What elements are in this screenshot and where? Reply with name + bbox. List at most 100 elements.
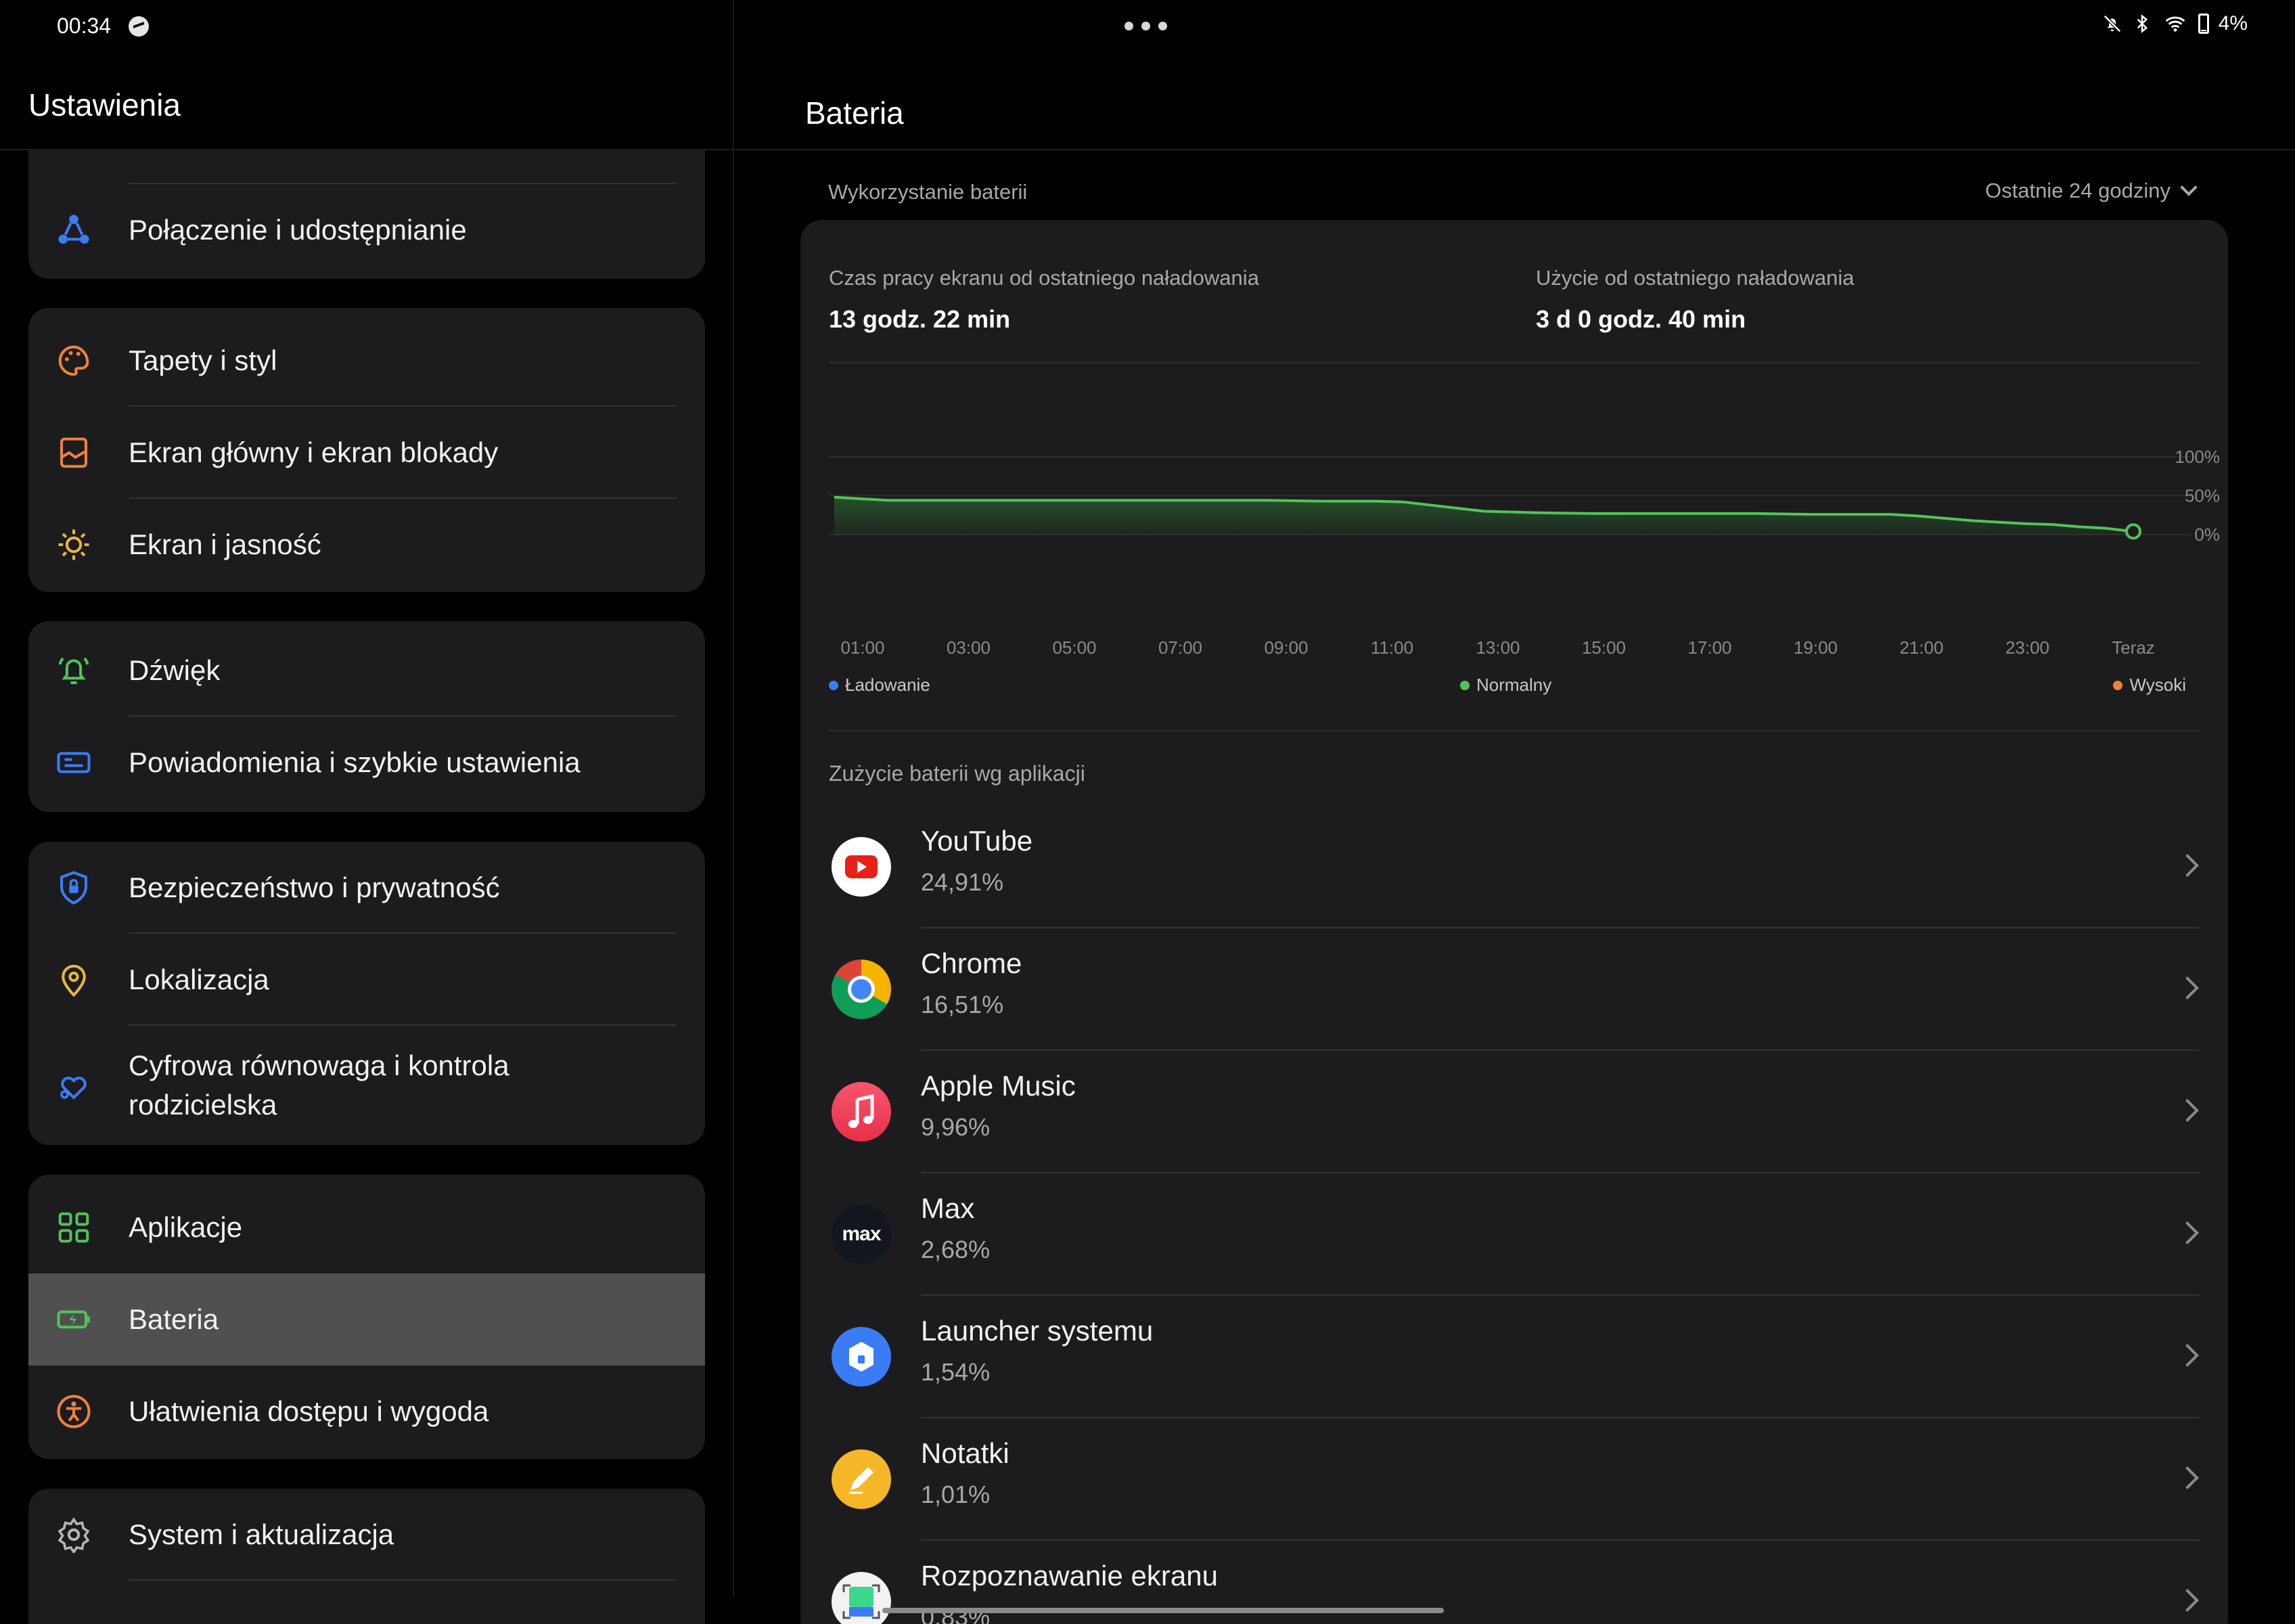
x-tick-label: 09:00 [1264, 637, 1308, 658]
settings-item-label: Ułatwienia dostępu i wygoda [129, 1395, 489, 1427]
notes-icon [832, 1449, 891, 1509]
settings-item-label: Ekran i jasność [129, 528, 321, 560]
settings-item-notifications[interactable]: Powiadomienia i szybkie ustawienia [28, 717, 705, 809]
settings-item-home-lock-screen[interactable]: Ekran główny i ekran blokady [28, 407, 705, 499]
settings-item-security-privacy[interactable]: Bezpieczeństwo i prywatność [28, 842, 705, 934]
settings-item-battery[interactable]: Bateria [28, 1273, 705, 1366]
chrome-icon [832, 960, 891, 1019]
x-tick-label: 07:00 [1158, 637, 1202, 658]
max-icon: max [832, 1204, 891, 1264]
x-tick-label: 23:00 [2005, 637, 2049, 658]
legend-high: Wysoki [2113, 675, 2186, 696]
settings-group-connectivity: Połączenie i udostępnianie [28, 150, 705, 279]
legend-charging: Ładowanie [829, 675, 930, 696]
legend-dot [2113, 680, 2123, 690]
max-logo-text: max [842, 1223, 881, 1245]
time-range-dropdown[interactable]: Ostatnie 24 godziny [1984, 179, 2198, 203]
app-name: Chrome [921, 947, 1022, 979]
settings-list[interactable]: Połączenie i udostępnianie Tapety i styl… [28, 150, 705, 1624]
settings-title: Ustawienia [28, 87, 181, 122]
app-name: Max [921, 1192, 975, 1224]
app-row-max[interactable]: max Max 2,68% [800, 1173, 2228, 1296]
image-frame-icon [60, 437, 88, 468]
battery-percent: 4% [2218, 12, 2248, 35]
sun-icon [58, 529, 89, 560]
stat-value: 3 d 0 godz. 40 min [1536, 305, 1746, 333]
app-name: Notatki [921, 1437, 1009, 1469]
settings-item-accessibility[interactable]: Ułatwienia dostępu i wygoda [28, 1366, 705, 1458]
accessibility-icon [57, 1395, 91, 1428]
chevron-down-icon [2180, 179, 2198, 196]
app-percent: 0,83% [921, 1603, 991, 1624]
app-usage-section-title: Zużycie baterii wg aplikacji [829, 761, 1085, 786]
settings-item-hidden[interactable] [28, 150, 705, 184]
settings-group-apps: Aplikacje Bateria Ułatwienia dostępu i w… [28, 1175, 705, 1459]
card-divider [829, 362, 2200, 363]
app-row-youtube[interactable]: YouTube 24,91% [800, 806, 2228, 928]
app-percent: 2,68% [921, 1236, 991, 1263]
settings-item-wallpaper-style[interactable]: Tapety i styl [28, 315, 705, 407]
legend-label: Ładowanie [845, 675, 930, 695]
settings-group-sound: Dźwięk Powiadomienia i szybkie ustawieni… [28, 621, 705, 812]
app-row-launcher[interactable]: Launcher systemu 1,54% [800, 1296, 2228, 1418]
settings-item-connection-sharing[interactable]: Połączenie i udostępnianie [28, 184, 705, 276]
settings-item-label: Cyfrowa równowaga i kontrola rodzicielsk… [129, 1050, 509, 1121]
settings-item-apps[interactable]: Aplikacje [28, 1181, 705, 1273]
stat-title: Czas pracy ekranu od ostatniego naładowa… [829, 266, 1259, 290]
stat-value: 13 godz. 22 min [829, 305, 1011, 333]
time-range-value: Ostatnie 24 godziny [1984, 179, 2171, 202]
x-tick-label: 21:00 [1899, 637, 1943, 658]
settings-group-privacy: Bezpieczeństwo i prywatność Lokalizacja … [28, 842, 705, 1145]
battery-usage-label: Wykorzystanie baterii [828, 180, 1028, 204]
chevron-right-icon [2176, 976, 2199, 999]
x-tick-label: 19:00 [1794, 637, 1838, 658]
app-name: Rozpoznawanie ekranu [921, 1560, 1218, 1592]
bell-icon [58, 657, 89, 685]
settings-item-label: Ekran główny i ekran blokady [129, 436, 499, 468]
page-title: Bateria [805, 95, 904, 131]
more-options-icon[interactable] [1124, 22, 1167, 30]
settings-item-display-brightness[interactable]: Ekran i jasność [28, 499, 705, 591]
chevron-right-icon [2176, 854, 2199, 877]
chevron-right-icon [2176, 1344, 2199, 1367]
palette-icon [58, 345, 89, 376]
legend-dot [1460, 680, 1470, 690]
bluetooth-icon [2137, 14, 2148, 33]
battery-card: Czas pracy ekranu od ostatniego naładowa… [800, 220, 2228, 1624]
legend-dot [829, 680, 838, 690]
messenger-icon [129, 16, 149, 37]
x-tick-label: 11:00 [1371, 637, 1413, 658]
battery-area [834, 497, 2133, 535]
apple-music-icon [832, 1082, 891, 1142]
settings-item-label: Tapety i styl [129, 344, 277, 376]
app-row-apple-music[interactable]: Apple Music 9,96% [800, 1051, 2228, 1173]
app-row-chrome[interactable]: Chrome 16,51% [800, 928, 2228, 1051]
stat-title: Użycie od ostatniego naładowania [1536, 266, 1855, 290]
app-row-notes[interactable]: Notatki 1,01% [800, 1418, 2228, 1541]
gear-icon [58, 1517, 90, 1553]
app-percent: 1,01% [921, 1481, 991, 1508]
settings-item-label: Połączenie i udostępnianie [129, 214, 467, 246]
pane-divider [733, 0, 734, 1597]
x-tick-label: 05:00 [1052, 637, 1096, 658]
chevron-right-icon [2176, 1589, 2199, 1612]
x-tick-label: 01:00 [840, 637, 884, 658]
app-percent: 9,96% [921, 1113, 991, 1141]
settings-item-digital-balance[interactable]: Cyfrowa równowaga i kontrola rodzicielsk… [28, 1026, 705, 1145]
settings-item-sound[interactable]: Dźwięk [28, 625, 705, 717]
status-time: 00:34 [57, 14, 112, 38]
battery-icon [2198, 14, 2209, 34]
y-tick-label: 50% [2185, 486, 2220, 506]
chevron-right-icon [2176, 1221, 2199, 1244]
gesture-nav-handle[interactable] [882, 1608, 1444, 1613]
launcher-icon [832, 1327, 891, 1386]
settings-item-system-update[interactable]: System i aktualizacja [28, 1489, 705, 1581]
app-percent: 24,91% [921, 868, 1004, 896]
youtube-icon [832, 837, 891, 897]
settings-item-location[interactable]: Lokalizacja [28, 934, 705, 1026]
settings-item-label: System i aktualizacja [129, 1518, 394, 1550]
apps-grid-icon [58, 1212, 89, 1243]
card-divider [829, 730, 2200, 731]
legend-label: Normalny [1476, 675, 1552, 695]
y-tick-label: 0% [2194, 524, 2220, 545]
